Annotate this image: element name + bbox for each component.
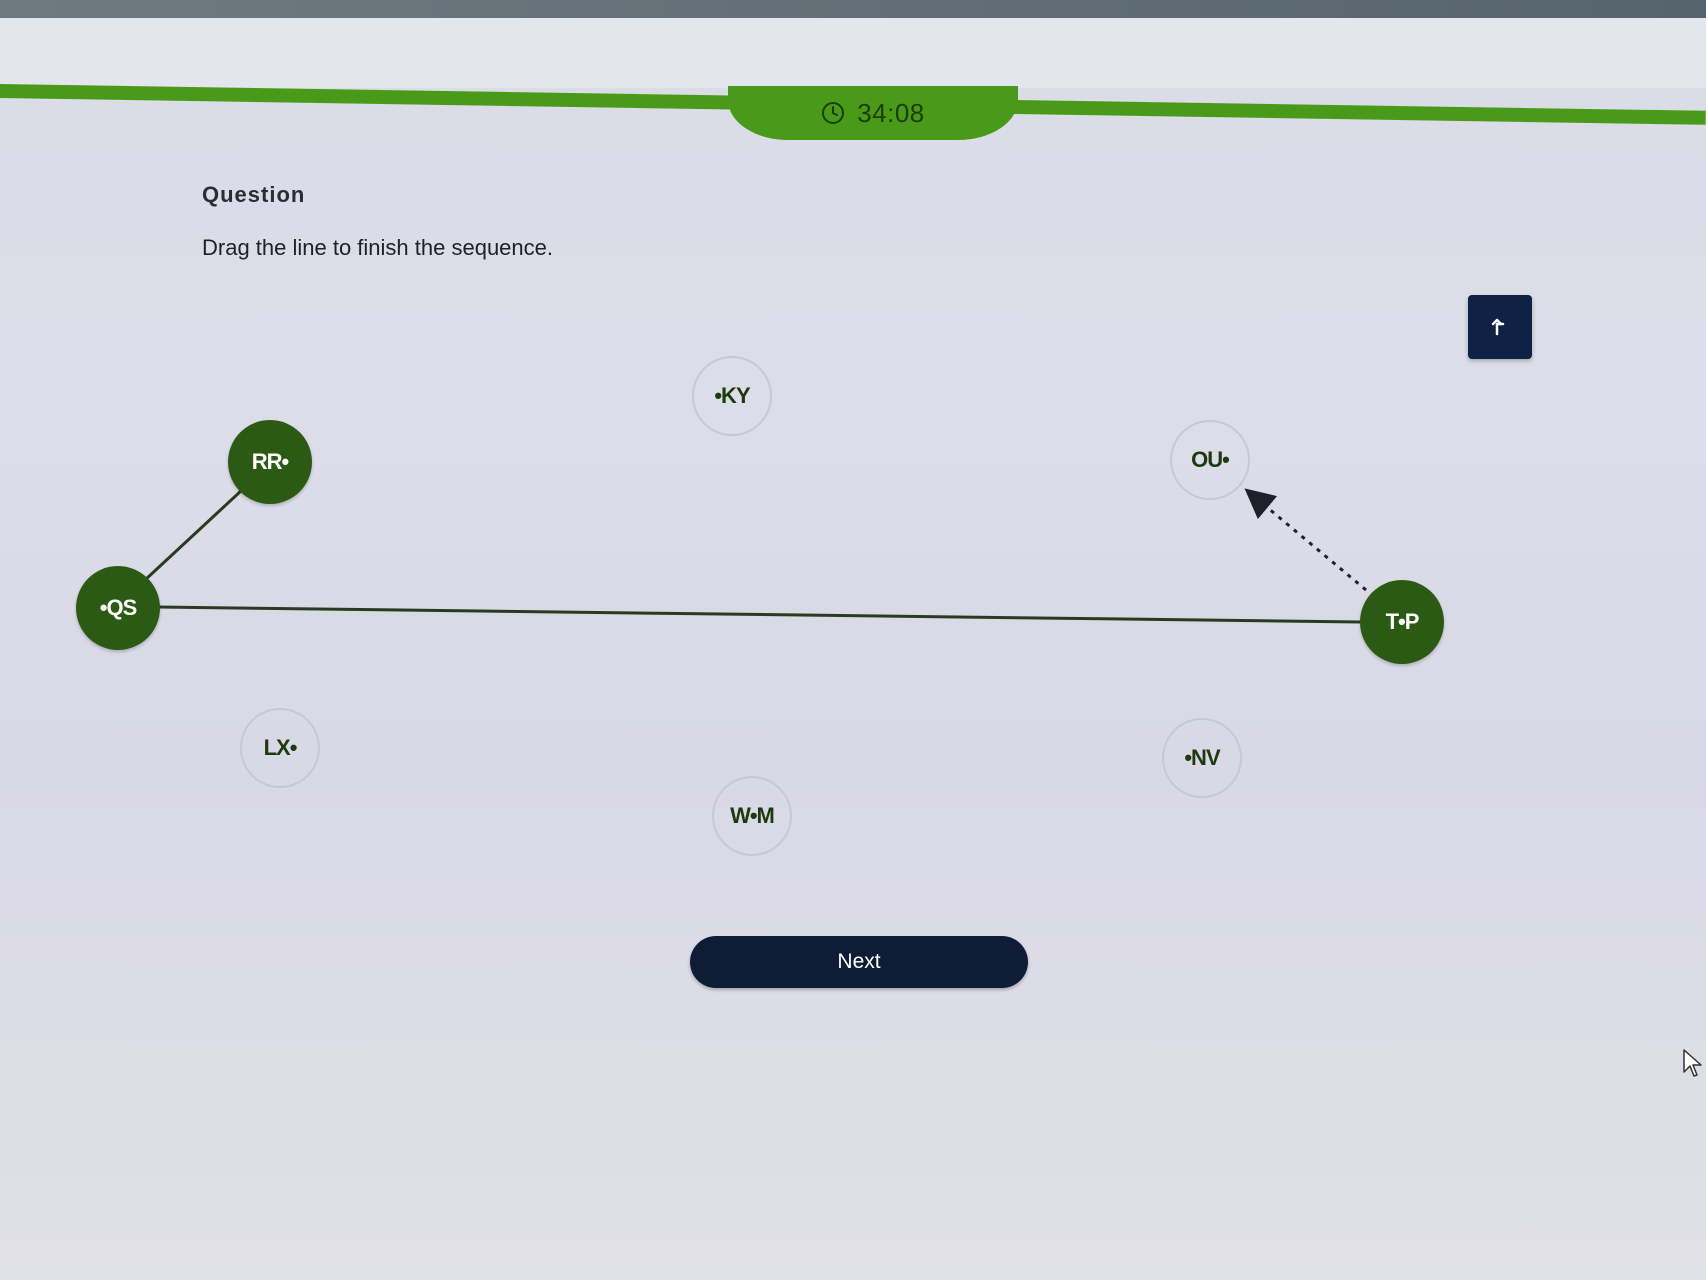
node-ky-label: •KY xyxy=(714,383,750,408)
node-wm-label: W•M xyxy=(730,803,775,828)
line-qs-to-tp xyxy=(157,605,1361,624)
node-nv[interactable]: •NV xyxy=(1162,718,1242,798)
node-tp[interactable]: T•P xyxy=(1360,580,1444,664)
node-nv-label: •NV xyxy=(1184,745,1220,770)
mouse-cursor-icon xyxy=(1683,1049,1702,1077)
timer-text: 34:08 xyxy=(857,97,925,128)
question-label: Question xyxy=(202,182,306,207)
node-wm[interactable]: W•M xyxy=(712,776,792,856)
line-tp-to-ou-dragging xyxy=(1244,488,1367,592)
node-qs[interactable]: •QS xyxy=(76,566,160,650)
undo-button[interactable] xyxy=(1468,295,1532,359)
node-lx[interactable]: LX• xyxy=(240,708,320,788)
node-ky[interactable]: •KY xyxy=(692,356,772,436)
node-rr[interactable]: RR• xyxy=(228,420,312,504)
screen-header-area xyxy=(0,18,1706,88)
node-qs-label: •QS xyxy=(99,595,137,620)
line-qs-to-rr xyxy=(143,488,244,582)
node-lx-label: LX• xyxy=(263,735,298,760)
node-rr-label: RR• xyxy=(251,449,289,474)
node-tp-label: T•P xyxy=(1385,609,1420,634)
monitor-bezel xyxy=(0,0,1706,18)
next-button[interactable]: Next xyxy=(690,936,1028,988)
undo-arrow-icon xyxy=(1491,318,1505,336)
node-ou-label: OU• xyxy=(1191,447,1230,472)
node-ou[interactable]: OU• xyxy=(1170,420,1250,500)
timer-tab: 34:08 xyxy=(728,86,1018,140)
clock-icon xyxy=(822,102,845,124)
question-prompt: Drag the line to finish the sequence. xyxy=(202,235,554,260)
